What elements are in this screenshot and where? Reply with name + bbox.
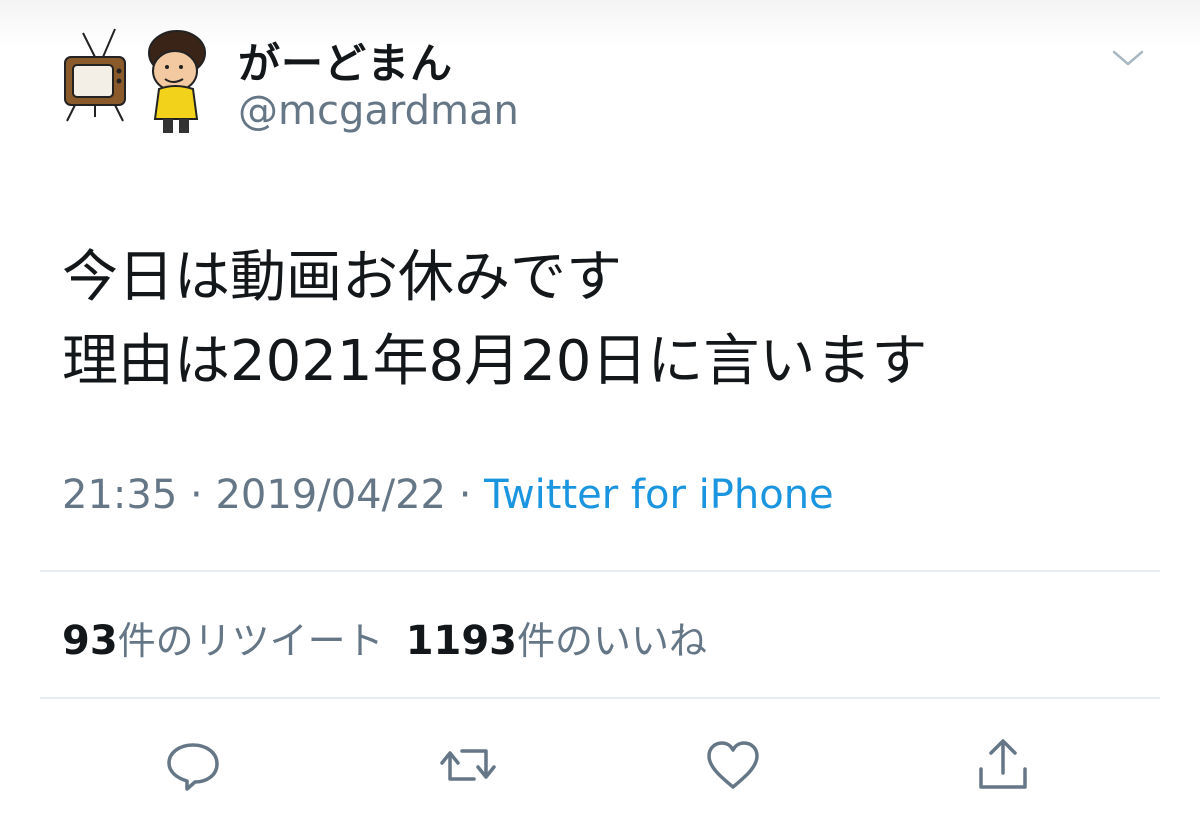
heart-icon [707, 741, 759, 789]
retweet-count-link[interactable]: 93件のリツイート [62, 618, 384, 664]
tweet-detail: がーどまん @mcgardman 今日は動画お休みです 理由は2021年8月20… [0, 0, 1200, 814]
tweet-metadata: 21:35 · 2019/04/22 · Twitter for iPhone [62, 472, 834, 518]
divider [40, 570, 1160, 572]
chevron-down-icon[interactable] [1110, 46, 1146, 70]
like-count: 1193 [405, 618, 518, 664]
avatar[interactable] [55, 15, 215, 140]
tweet-time[interactable]: 21:35 [62, 472, 177, 518]
tweet-stats: 93件のリツイート 1193件のいいね [62, 610, 707, 665]
like-count-label: 件のいいね [517, 619, 708, 663]
tweet-actions [0, 735, 1200, 795]
separator: · [190, 472, 203, 518]
tweet-text: 今日は動画お休みです 理由は2021年8月20日に言います [62, 236, 1152, 404]
like-count-link[interactable]: 1193件のいいね [405, 618, 708, 664]
tweet-source-link[interactable]: Twitter for iPhone [484, 472, 834, 518]
tweet-text-line: 理由は2021年8月20日に言います [62, 329, 928, 394]
divider [40, 697, 1160, 699]
retweet-button[interactable] [438, 735, 498, 795]
share-button[interactable] [973, 735, 1033, 795]
separator: · [458, 472, 472, 518]
retweet-icon [440, 749, 496, 781]
share-icon [979, 739, 1027, 789]
display-name[interactable]: がーどまん [238, 30, 453, 91]
tweet-text-line: 今日は動画お休みです [62, 245, 622, 310]
like-button[interactable] [703, 735, 763, 795]
retweet-count-label: 件のリツイート [117, 619, 384, 663]
tweet-date[interactable]: 2019/04/22 [215, 472, 446, 518]
user-handle[interactable]: @mcgardman [238, 88, 519, 134]
avatar-illustration [64, 28, 206, 133]
reply-icon [167, 743, 219, 791]
retweet-count: 93 [62, 618, 118, 664]
reply-button[interactable] [163, 735, 223, 795]
